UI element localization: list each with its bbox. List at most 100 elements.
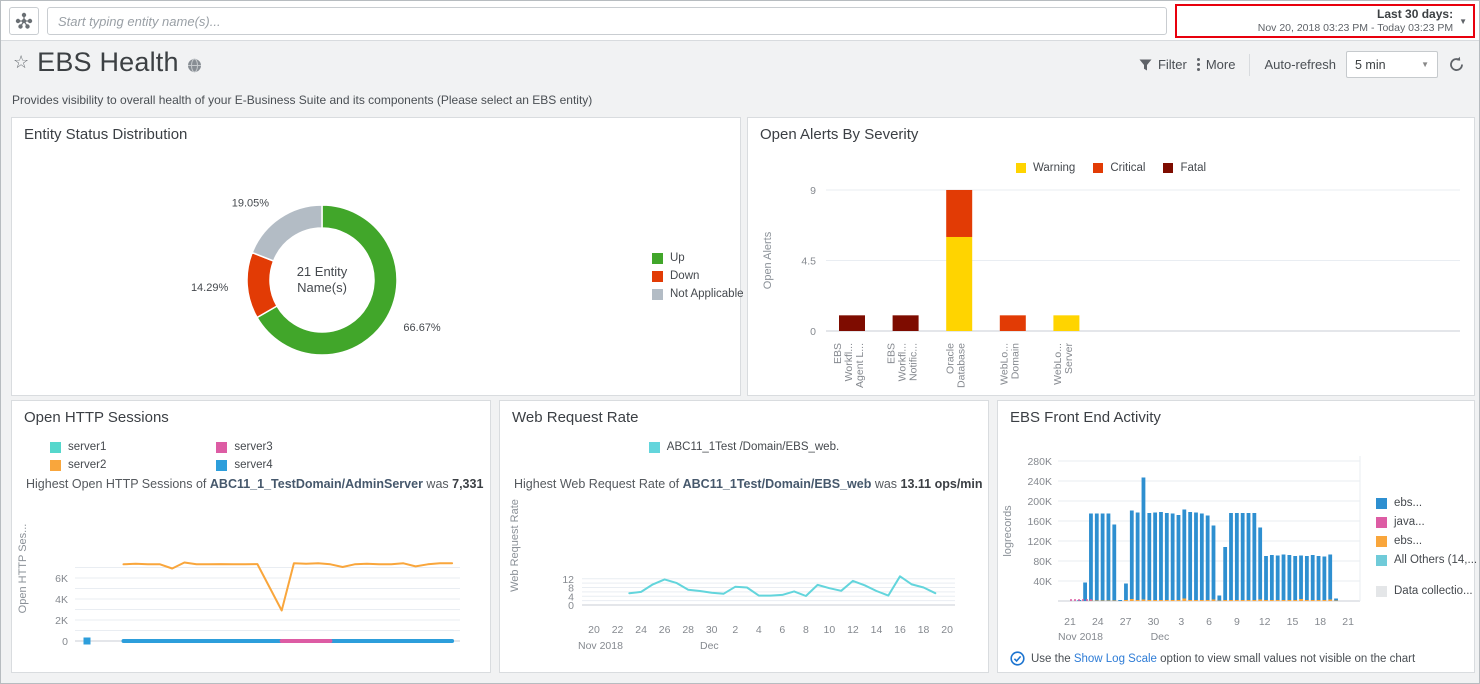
svg-text:Open HTTP Ses...: Open HTTP Ses... [17,524,29,614]
legend-swatch [216,460,227,471]
topbar: Last 30 days: Nov 20, 2018 03:23 PM - To… [1,1,1479,41]
svg-text:4: 4 [756,624,762,636]
svg-text:10: 10 [824,624,836,636]
svg-text:28: 28 [179,664,191,666]
svg-text:30: 30 [1148,616,1160,628]
entity-selector-button[interactable] [9,7,39,35]
show-log-scale-link[interactable]: Show Log Scale [1074,653,1157,665]
page-subtitle: Provides visibility to overall health of… [12,93,592,107]
legend-item-critical[interactable]: Critical [1093,162,1145,174]
legend-swatch [1376,536,1387,547]
legend-item-server1[interactable]: server1 [50,441,106,453]
svg-text:2: 2 [230,664,236,666]
svg-text:6: 6 [779,624,785,636]
svg-text:8: 8 [803,624,809,636]
filter-button[interactable]: Filter [1139,57,1187,72]
svg-text:26: 26 [154,664,166,666]
chevron-down-icon: ▼ [1421,60,1429,69]
svg-text:Nov 2018: Nov 2018 [1058,631,1103,643]
panel-ebs-front-end-activity: EBS Front End Activity 40K80K120K160K200… [997,400,1475,673]
legend-swatch [50,442,61,453]
svg-text:12: 12 [847,624,859,636]
svg-text:EBSWorkfl...Notific...: EBSWorkfl...Notific... [886,343,920,381]
open-alerts-bar-chart: 04.59Open AlertsEBSWorkfl...Agent L...EB… [748,178,1476,397]
svg-text:0: 0 [810,326,816,338]
svg-text:14: 14 [871,624,883,636]
favorite-star-icon[interactable]: ☆ [13,52,29,73]
legend-item-server4[interactable]: server4 [216,459,272,471]
svg-text:16: 16 [398,664,410,666]
panel-title: Entity Status Distribution [24,126,187,143]
legend-item-ebs[interactable]: ebs... [1376,497,1477,509]
entity-link[interactable]: ABC11_1_TestDomain/AdminServer [210,477,423,491]
autorefresh-value: 5 min [1355,58,1386,72]
legend-item-all-others[interactable]: All Others (14,... [1376,554,1477,566]
autorefresh-label: Auto-refresh [1264,57,1336,72]
svg-text:24: 24 [1092,616,1104,628]
web-request-legend: ABC11_1Test /Domain/EBS_web. [500,441,988,459]
svg-text:18: 18 [918,624,930,636]
svg-text:Nov 2018: Nov 2018 [578,640,623,652]
svg-text:8: 8 [303,664,309,666]
svg-text:22: 22 [105,664,117,666]
svg-text:Name(s): Name(s) [297,280,347,295]
autorefresh-select[interactable]: 5 min ▼ [1346,51,1438,78]
legend-item-not-applicable[interactable]: Not Applicable [652,288,744,300]
svg-text:logrecords: logrecords [1002,505,1014,557]
svg-text:120K: 120K [1027,536,1052,548]
legend-item-server2[interactable]: server2 [50,459,106,471]
svg-text:18: 18 [1314,616,1326,628]
svg-text:28: 28 [682,624,694,636]
legend-item-up[interactable]: Up [652,252,744,264]
svg-text:Open Alerts: Open Alerts [762,231,774,289]
panel-web-request-rate: Web Request Rate ABC11_1Test /Domain/EBS… [499,400,989,673]
date-range-picker[interactable]: Last 30 days: Nov 20, 2018 03:23 PM - To… [1175,4,1475,38]
svg-text:66.67%: 66.67% [403,322,441,334]
svg-text:EBSWorkfl...Agent L...: EBSWorkfl...Agent L... [832,343,866,388]
svg-text:15: 15 [1287,616,1299,628]
legend-swatch [652,253,663,264]
refresh-button[interactable] [1448,56,1465,73]
svg-text:20: 20 [81,664,93,666]
legend-item-warning[interactable]: Warning [1016,162,1075,174]
legend-item-server3[interactable]: server3 [216,441,272,453]
legend-item-data-collection[interactable]: Data collectio... [1376,585,1477,597]
panel-title: EBS Front End Activity [1010,409,1161,426]
svg-text:16: 16 [894,624,906,636]
svg-text:21: 21 [1064,616,1076,628]
svg-text:80K: 80K [1033,556,1052,568]
legend-item-fatal[interactable]: Fatal [1163,162,1206,174]
legend-item-ebs-web[interactable]: ABC11_1Test /Domain/EBS_web. [649,441,839,453]
svg-text:3: 3 [1178,616,1184,628]
chevron-down-icon: ▼ [1459,17,1467,26]
more-button[interactable]: More [1197,57,1236,72]
svg-text:14.29%: 14.29% [191,282,229,294]
legend-swatch [1376,517,1387,528]
legend-item-down[interactable]: Down [652,270,744,282]
http-sessions-summary: Highest Open HTTP Sessions of ABC11_1_Te… [26,477,484,491]
svg-text:21 Entity: 21 Entity [297,264,348,279]
svg-text:6: 6 [1206,616,1212,628]
svg-text:4.5: 4.5 [801,255,816,267]
svg-text:18: 18 [422,664,434,666]
svg-text:0: 0 [62,636,68,648]
legend-swatch [649,442,660,453]
entity-status-donut-chart: 66.67%14.29%19.05%21 EntityName(s) [12,148,742,397]
svg-text:Dec: Dec [1151,631,1170,643]
footer-text: Use the Show Log Scale option to view sm… [1031,653,1415,665]
legend-swatch [1376,555,1387,566]
legend-item-java[interactable]: java... [1376,516,1477,528]
panel-entity-status-distribution: Entity Status Distribution 66.67%14.29%1… [11,117,741,396]
date-range-label: Last 30 days: [1258,7,1453,22]
svg-text:24: 24 [130,664,142,666]
svg-text:9: 9 [1234,616,1240,628]
svg-text:WebLo...Server: WebLo...Server [1052,343,1075,385]
legend-item-ebs2[interactable]: ebs... [1376,535,1477,547]
svg-text:4K: 4K [55,594,68,606]
svg-text:27: 27 [1120,616,1132,628]
entity-status-legend: Up Down Not Applicable [652,252,744,306]
search-input[interactable] [47,7,1167,35]
svg-text:6K: 6K [55,573,68,585]
legend-swatch [1376,498,1387,509]
svg-text:WebLo...Domain: WebLo...Domain [998,343,1021,385]
